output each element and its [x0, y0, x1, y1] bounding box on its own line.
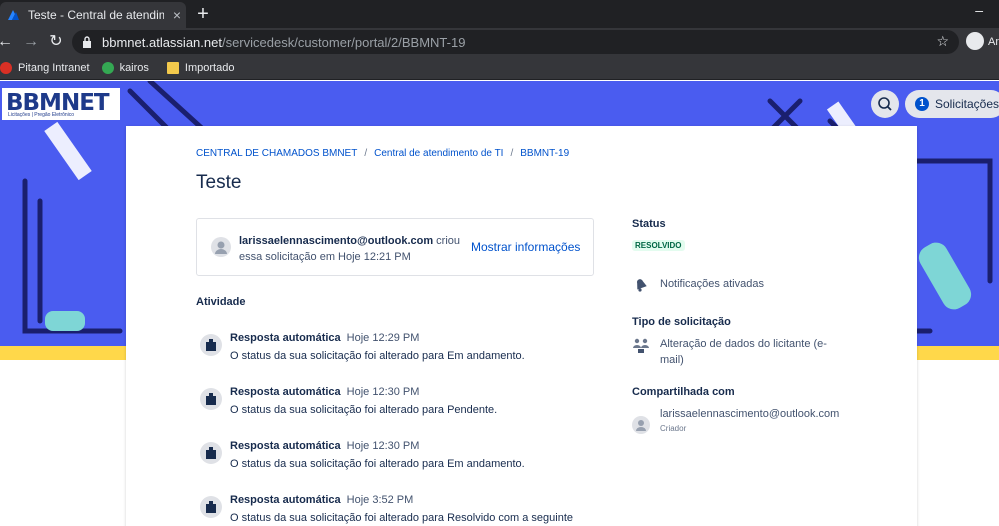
activity-time: Hoje 12:30 PM — [346, 440, 420, 452]
back-button[interactable]: ← — [0, 32, 14, 52]
bbmnet-logo[interactable]: BBMNET Licitações | Pregão Eletrônico — [2, 88, 120, 120]
request-type-value: Alteração de dados do licitante (e-mail) — [660, 338, 827, 366]
bot-icon — [200, 334, 222, 356]
tab-title: Teste - Central de atendimento d — [28, 8, 164, 22]
activity-author: Resposta automática — [230, 386, 341, 398]
search-button[interactable] — [871, 90, 899, 118]
bookmark-label: kairos — [119, 61, 149, 74]
activity-author: Resposta automática — [230, 440, 341, 452]
browser-tab[interactable]: Teste - Central de atendimento d × — [0, 2, 186, 28]
activity-time: Hoje 3:52 PM — [346, 494, 414, 506]
activity-text: O status da sua solicitação foi alterado… — [230, 512, 574, 524]
activity-time: Hoje 12:30 PM — [346, 386, 420, 398]
shared-user-role: Criador — [660, 424, 687, 433]
shared-with-label: Compartilhada com — [632, 386, 735, 398]
breadcrumb-separator: / — [364, 148, 368, 159]
user-avatar-icon — [211, 237, 231, 257]
creator-box: larissaelennascimento@outlook.com criou … — [196, 218, 594, 276]
profile-avatar[interactable] — [966, 32, 984, 50]
lock-icon — [83, 36, 91, 48]
activity-title: Atividade — [196, 296, 246, 308]
creator-text: larissaelennascimento@outlook.com criou … — [239, 233, 465, 265]
atlassian-favicon-icon — [8, 10, 19, 20]
activity-author: Resposta automática — [230, 332, 341, 344]
bookmark-star-icon[interactable]: ☆ — [936, 33, 949, 50]
activity-author: Resposta automática — [230, 494, 341, 506]
status-label: Status — [632, 218, 666, 230]
bookmark-label: Importado — [184, 61, 235, 74]
users-icon — [633, 338, 649, 353]
page-title: Teste — [196, 172, 242, 193]
request-type-row: Alteração de dados do licitante (e-mail) — [632, 336, 832, 368]
url-host: bbmnet.atlassian.net — [102, 34, 222, 50]
shared-user-row: larissaelennascimento@outlook.com Criado… — [632, 406, 842, 434]
search-icon — [878, 97, 892, 111]
bot-icon — [200, 388, 222, 410]
shared-user-avatar-icon — [632, 416, 650, 434]
bot-icon — [200, 442, 222, 464]
pitang-icon — [0, 61, 12, 74]
status-badge: RESOLVIDO — [632, 240, 685, 251]
breadcrumb-separator: / — [510, 148, 514, 159]
logo-subtitle: Licitações | Pregão Eletrônico — [8, 112, 75, 118]
creator-email: larissaelennascimento@outlook.com — [239, 235, 434, 247]
breadcrumb-portal[interactable]: CENTRAL DE CHAMADOS BMNET — [196, 148, 357, 159]
breadcrumb-service[interactable]: Central de atendimento de TI — [374, 148, 503, 159]
bookmark-pitang[interactable]: Pitang Intranet — [0, 61, 90, 74]
request-card: CENTRAL DE CHAMADOS BMNET / Central de a… — [126, 126, 917, 526]
address-bar[interactable]: bbmnet.atlassian.net /servicedesk/custom… — [72, 30, 959, 54]
requests-button[interactable]: 1 Solicitações — [905, 90, 999, 118]
requests-count-badge: 1 — [915, 97, 929, 111]
bell-icon — [636, 279, 647, 292]
notifications-toggle[interactable]: Notificações ativadas — [632, 276, 764, 294]
minimize-button[interactable]: – — [975, 2, 983, 18]
bookmark-label: Pitang Intranet — [18, 61, 90, 74]
activity-time: Hoje 12:29 PM — [346, 332, 420, 344]
bot-icon — [200, 496, 222, 518]
activity-text: O status da sua solicitação foi alterado… — [230, 458, 525, 470]
shared-user-email: larissaelennascimento@outlook.com — [660, 408, 840, 420]
notifications-text: Notificações ativadas — [660, 278, 764, 290]
request-type-label: Tipo de solicitação — [632, 316, 731, 328]
browser-toolbar: ← → ↻ bbmnet.atlassian.net /servicedesk/… — [0, 28, 999, 56]
bookmarks-bar: Pitang Intranet kairos Importado — [0, 56, 999, 80]
bookmark-kairos[interactable]: kairos — [101, 61, 149, 74]
portal-page: BBMNET Licitações | Pregão Eletrônico 1 … — [0, 81, 999, 526]
breadcrumb: CENTRAL DE CHAMADOS BMNET / Central de a… — [196, 148, 569, 159]
reload-button[interactable]: ↻ — [47, 32, 65, 52]
url-path: /servicedesk/customer/portal/2/BBMNT-19 — [221, 34, 466, 50]
forward-button[interactable]: → — [22, 32, 40, 52]
tab-close-icon[interactable]: × — [170, 7, 184, 23]
requests-label: Solicitações — [935, 97, 999, 111]
kairos-icon — [101, 61, 114, 74]
new-tab-button[interactable]: + — [194, 4, 212, 24]
profile-label[interactable]: An — [988, 36, 999, 48]
activity-text: O status da sua solicitação foi alterado… — [230, 350, 525, 362]
bookmark-importado[interactable]: Importado — [166, 61, 235, 74]
show-info-link[interactable]: Mostrar informações — [471, 240, 580, 254]
activity-text: O status da sua solicitação foi alterado… — [230, 404, 498, 416]
browser-tab-bar: Teste - Central de atendimento d × + – — [0, 0, 999, 28]
breadcrumb-issue[interactable]: BBMNT-19 — [520, 148, 569, 159]
folder-icon — [166, 61, 179, 74]
